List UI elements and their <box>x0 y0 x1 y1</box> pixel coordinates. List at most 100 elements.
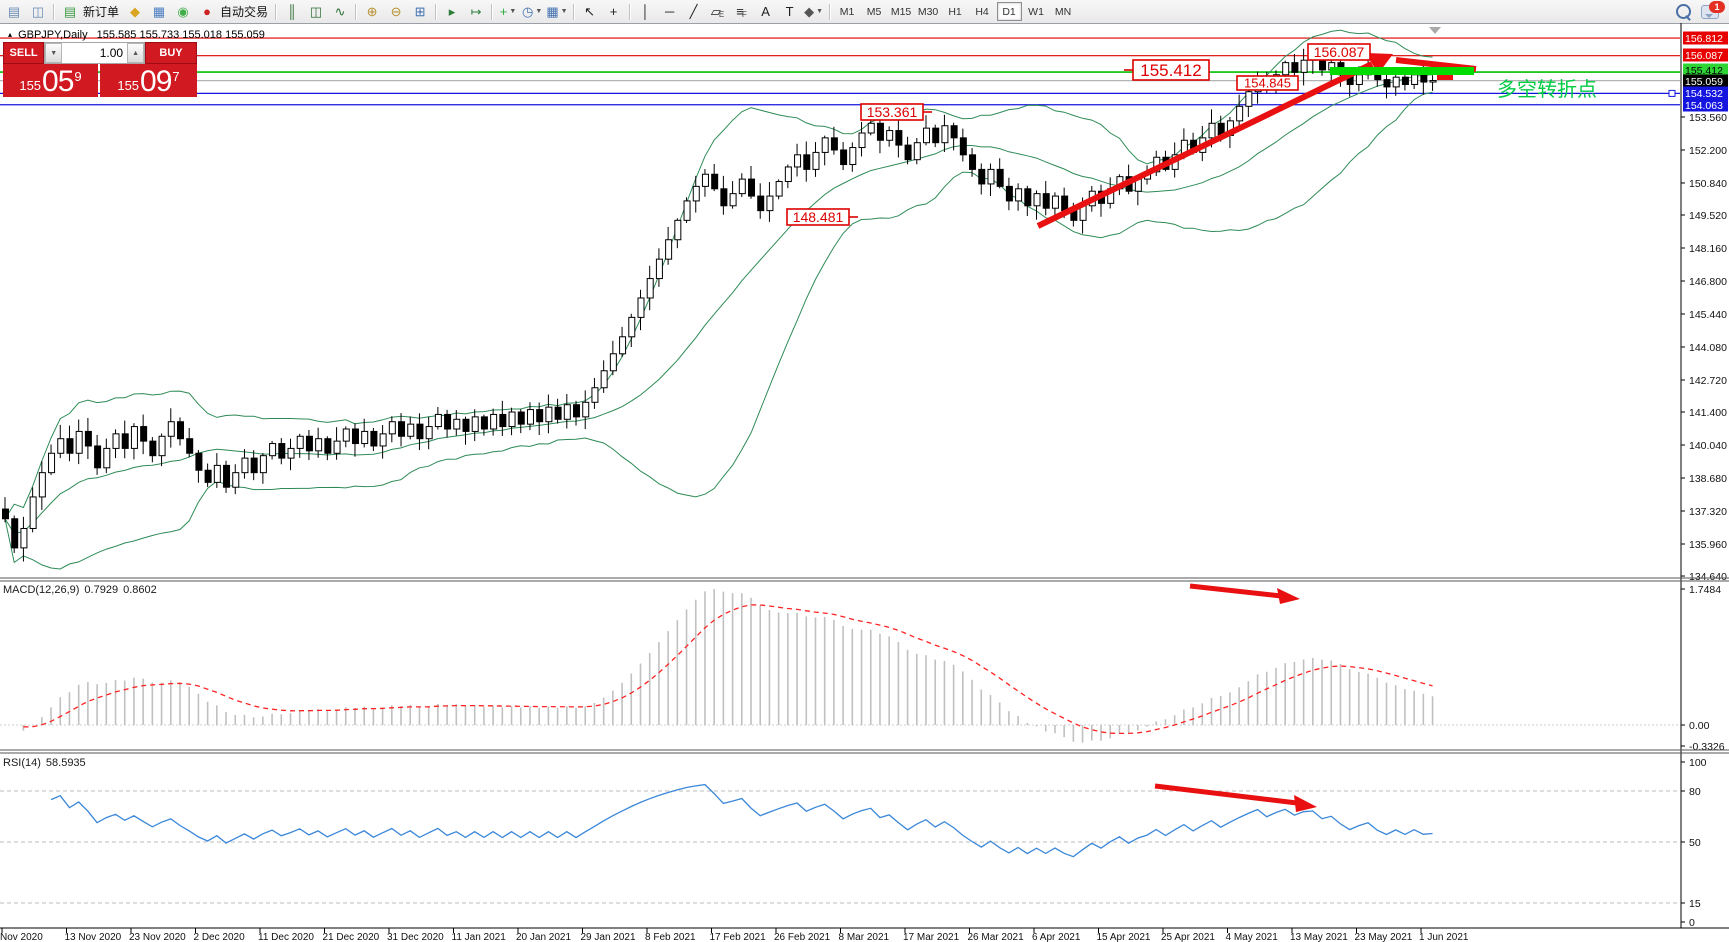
svg-text:6 Apr 2021: 6 Apr 2021 <box>1032 932 1081 942</box>
svg-text:155.059: 155.059 <box>1685 76 1723 88</box>
rsi-trend-arrow-head[interactable] <box>1294 795 1317 812</box>
rsi-panel <box>0 785 1680 903</box>
volume-increase-button[interactable]: ▲ <box>127 43 144 63</box>
timeframe-h4[interactable]: H4 <box>970 2 995 21</box>
timeframe-m1[interactable]: M1 <box>835 2 860 21</box>
price-callout-153.361[interactable]: 153.361 <box>861 104 932 120</box>
svg-text:150.840: 150.840 <box>1689 178 1727 190</box>
bollinger-upper-band[interactable] <box>5 30 1433 519</box>
zoom-out-icon[interactable]: ⊖ <box>385 1 407 22</box>
rsi-indicator-label: RSI(14)58.5935 <box>3 757 86 769</box>
tile-windows-icon[interactable]: ⊞ <box>409 1 431 22</box>
price-callout-154.845[interactable]: 154.845 <box>1237 76 1298 91</box>
zoom-in-icon[interactable]: ⊕ <box>361 1 383 22</box>
volume-input[interactable]: 1.00 <box>62 43 127 63</box>
bar-chart-icon[interactable]: ║ <box>281 1 303 22</box>
fibonacci-icon[interactable]: ≡F <box>731 1 753 22</box>
rsi-trend-arrow[interactable] <box>1155 786 1297 803</box>
text-icon[interactable]: A <box>755 1 777 22</box>
indicators-icon[interactable]: +▼ <box>497 1 519 22</box>
toolbar-separator <box>53 4 55 20</box>
sell-price-display[interactable]: 155 05 9 <box>3 64 98 97</box>
vertical-line-icon[interactable]: │ <box>635 1 657 22</box>
timeframe-mn[interactable]: MN <box>1051 2 1076 21</box>
timeframe-h1[interactable]: H1 <box>943 2 968 21</box>
horizontal-line-icon[interactable]: ─ <box>659 1 681 22</box>
periods-icon[interactable]: ◷▼ <box>521 1 543 22</box>
bollinger-lower-band[interactable] <box>5 92 1433 569</box>
time-axis[interactable]: Nov 202013 Nov 202023 Nov 20202 Dec 2020… <box>0 928 1729 942</box>
bollinger-bands[interactable] <box>5 30 1433 569</box>
svg-text:144.080: 144.080 <box>1689 342 1727 354</box>
svg-text:26 Mar 2021: 26 Mar 2021 <box>968 932 1025 942</box>
timeframe-m5[interactable]: M5 <box>862 2 887 21</box>
autotrade-icon[interactable]: ● <box>196 1 218 22</box>
svg-text:17 Feb 2021: 17 Feb 2021 <box>710 932 767 942</box>
toolbar-separator <box>629 4 631 20</box>
line-handle[interactable] <box>1669 90 1675 96</box>
search-icon[interactable] <box>1676 4 1691 19</box>
support-highlight-bar[interactable] <box>1330 67 1474 75</box>
svg-text:21 Dec 2020: 21 Dec 2020 <box>323 932 380 942</box>
svg-text:8 Feb 2021: 8 Feb 2021 <box>645 932 696 942</box>
rsi-value: 58.5935 <box>46 757 86 769</box>
market-watch-icon[interactable]: ◆ <box>124 1 146 22</box>
svg-text:138.680: 138.680 <box>1689 473 1727 485</box>
svg-text:11 Jan 2021: 11 Jan 2021 <box>452 932 507 942</box>
new-order-icon[interactable]: ▤ <box>59 1 81 22</box>
price-axis[interactable]: 153.560152.200150.840149.520148.160146.8… <box>1681 23 1728 929</box>
sell-price-pips: 05 <box>42 68 73 96</box>
chart-profile-icon[interactable]: ◫ <box>27 1 49 22</box>
sell-price-figure: 155 <box>19 78 41 93</box>
chart-window-icon[interactable]: ▤ <box>3 1 25 22</box>
buy-price-display[interactable]: 155 09 7 <box>100 64 197 97</box>
new-order-icon-label[interactable]: 新订单 <box>83 3 119 20</box>
trend-arrow-up[interactable] <box>1038 64 1372 226</box>
svg-text:148.481: 148.481 <box>793 209 844 225</box>
candlestick-chart-icon[interactable]: ◫ <box>305 1 327 22</box>
timeframe-m15[interactable]: M15 <box>889 2 914 21</box>
svg-text:154.063: 154.063 <box>1685 100 1723 112</box>
line-chart-icon[interactable]: ∿ <box>329 1 351 22</box>
svg-text:148.160: 148.160 <box>1689 243 1727 255</box>
navigator-icon[interactable]: ◉ <box>172 1 194 22</box>
bollinger-middle-band[interactable] <box>5 75 1433 534</box>
svg-text:-0.3326: -0.3326 <box>1689 741 1725 753</box>
svg-text:149.520: 149.520 <box>1689 210 1727 222</box>
panel-dividers[interactable] <box>0 578 1729 753</box>
buy-button[interactable]: BUY <box>145 42 197 64</box>
macd-trend-arrow[interactable] <box>1190 586 1281 596</box>
svg-text:0: 0 <box>1689 917 1695 929</box>
svg-text:23 Nov 2020: 23 Nov 2020 <box>129 932 186 942</box>
turning-point-note[interactable]: 多空转折点 <box>1497 78 1597 101</box>
crosshair-icon[interactable]: + <box>603 1 625 22</box>
macd-trend-arrow-head[interactable] <box>1277 588 1300 604</box>
autotrade-icon-label[interactable]: 自动交易 <box>220 3 268 20</box>
shapes-icon[interactable]: ◆▼ <box>803 1 825 22</box>
trendline-icon[interactable]: ╱ <box>683 1 705 22</box>
price-callout-156.087[interactable]: 156.087 <box>1308 44 1370 60</box>
svg-text:80: 80 <box>1689 786 1701 798</box>
svg-text:140.040: 140.040 <box>1689 440 1727 452</box>
price-callout-148.481[interactable]: 148.481 <box>787 209 858 225</box>
label-icon[interactable]: T <box>779 1 801 22</box>
chart-canvas[interactable]: 153.560152.200150.840149.520148.160146.8… <box>0 23 1729 942</box>
sell-button[interactable]: SELL <box>3 42 44 64</box>
data-window-icon[interactable]: ▦ <box>148 1 170 22</box>
volume-decrease-button[interactable]: ▼ <box>45 43 62 63</box>
red-dash-marker[interactable] <box>1437 75 1453 80</box>
templates-icon[interactable]: ▦▼ <box>545 1 568 22</box>
channel-icon[interactable]: ▱E <box>707 1 729 22</box>
timeframe-w1[interactable]: W1 <box>1024 2 1049 21</box>
svg-text:141.400: 141.400 <box>1689 407 1727 419</box>
price-callout-155.412[interactable]: 155.412 <box>1124 60 1209 80</box>
auto-scroll-icon[interactable]: ▸ <box>441 1 463 22</box>
axis-price-label-154.063: 154.063 <box>1683 99 1728 113</box>
chart-shift-icon[interactable]: ↦ <box>465 1 487 22</box>
timeframe-m30[interactable]: M30 <box>916 2 941 21</box>
timeframe-d1[interactable]: D1 <box>997 2 1022 21</box>
toolbar-separator <box>355 4 357 20</box>
notifications-icon[interactable]: 1 <box>1701 5 1719 19</box>
cursor-icon[interactable]: ↖ <box>579 1 601 22</box>
toolbar-separator <box>275 4 277 20</box>
